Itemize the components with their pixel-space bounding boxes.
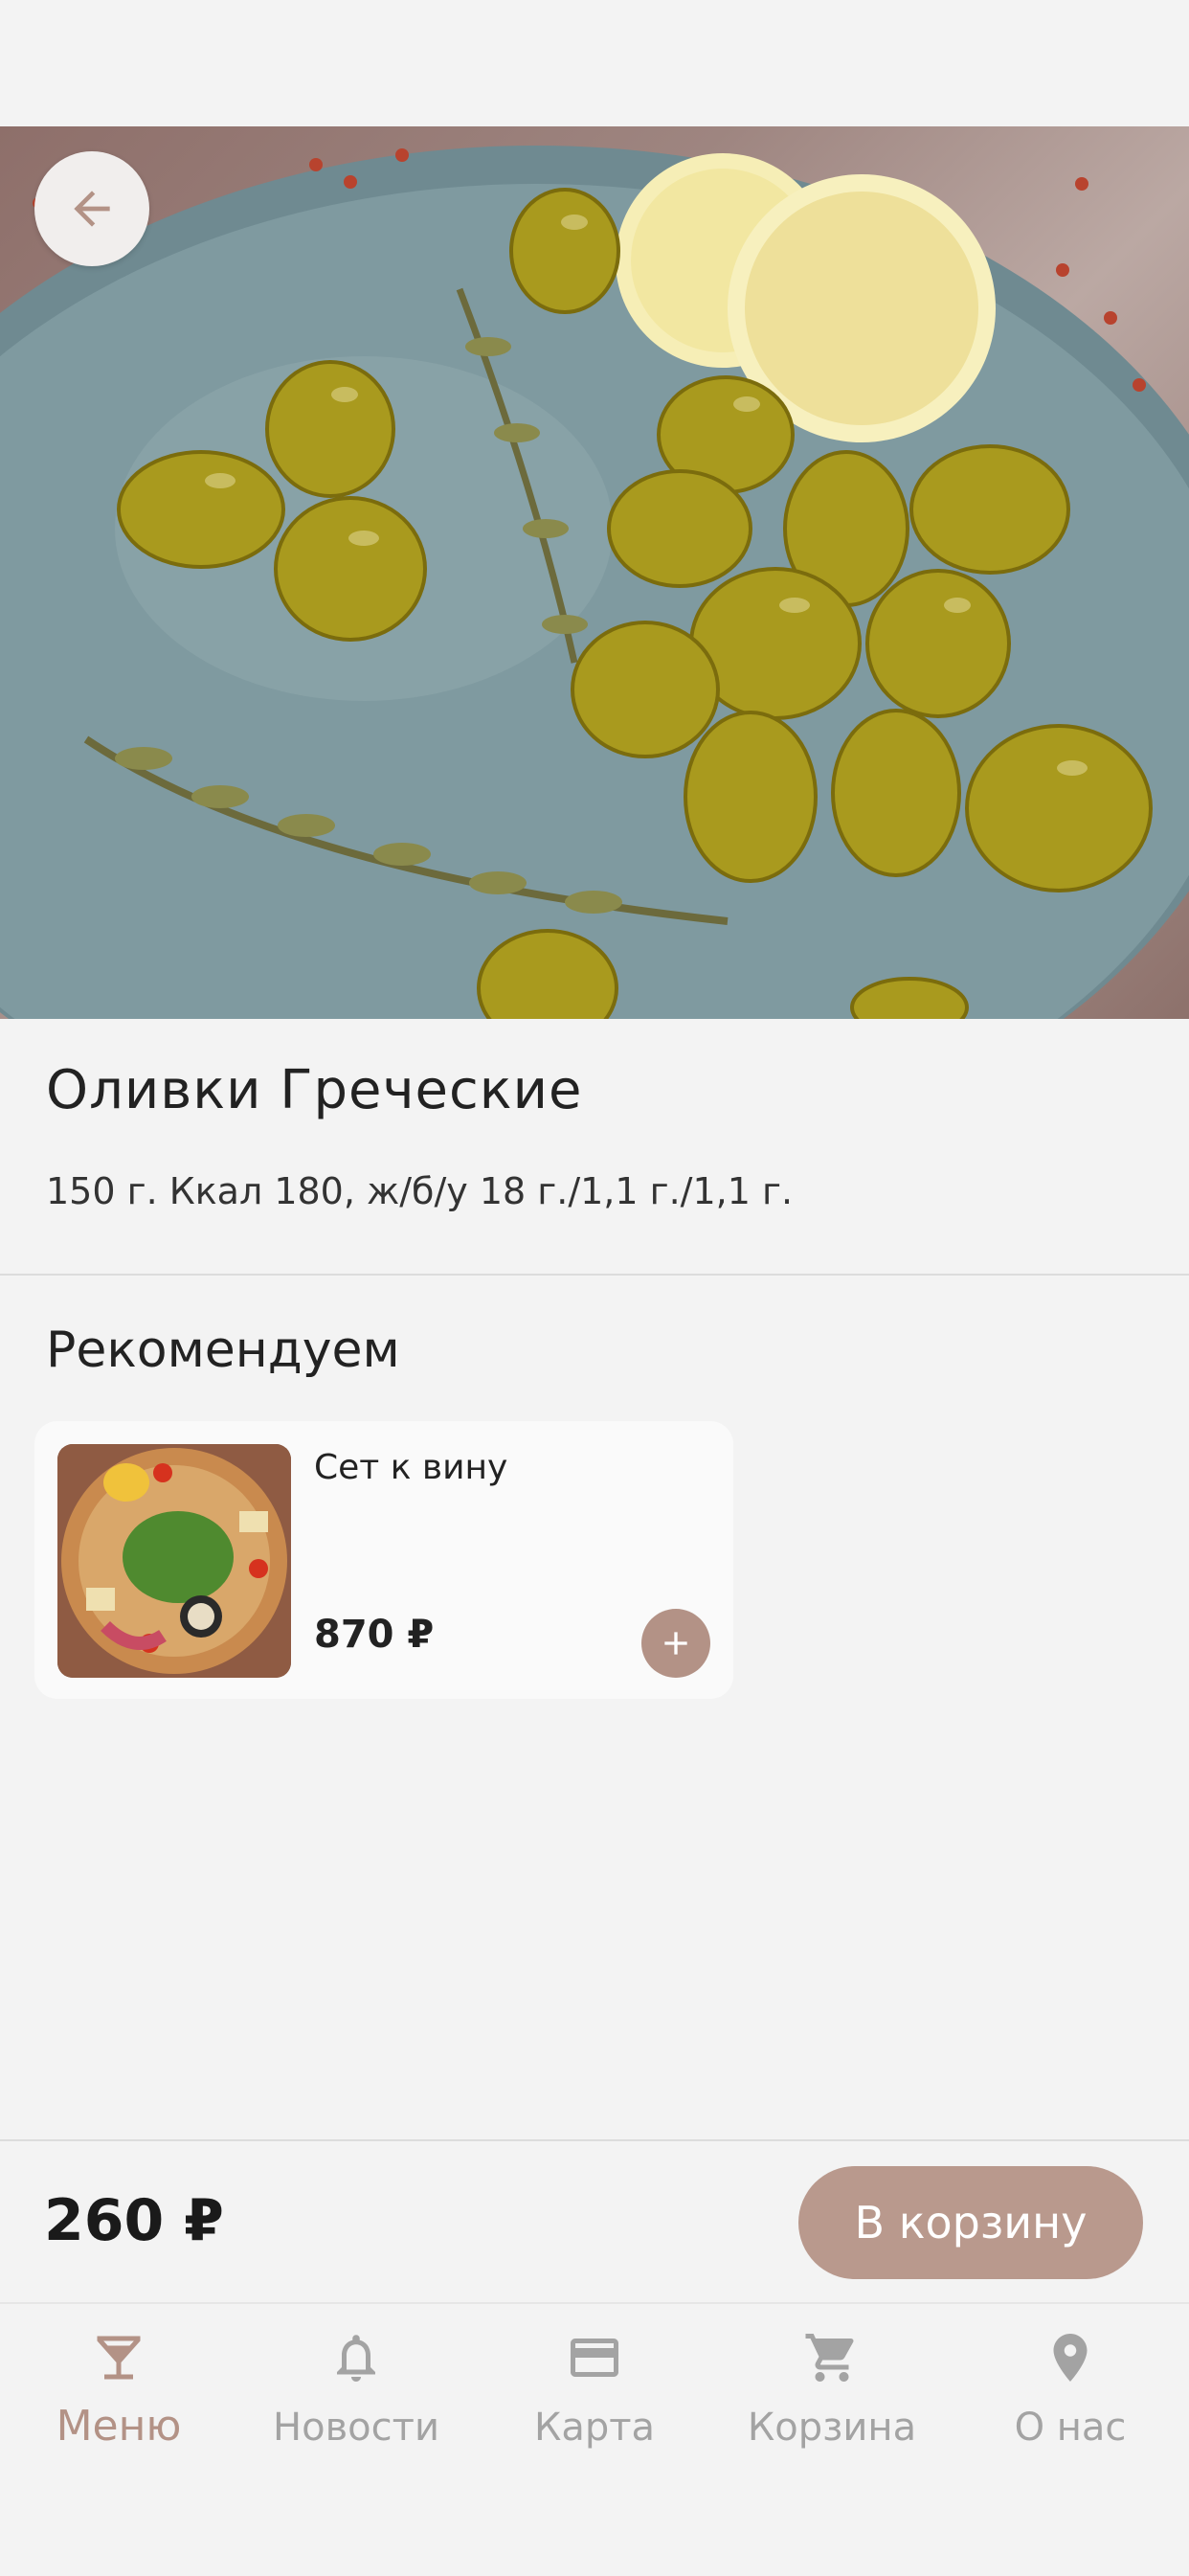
recommendations-heading: Рекомендуем [46, 1322, 400, 1379]
recommendation-image [57, 1444, 291, 1678]
recommendation-price: 870 ₽ [314, 1613, 435, 1657]
recommendation-name: Сет к вину [314, 1448, 508, 1487]
location-pin-icon [1040, 2327, 1101, 2388]
tab-label: Карта [533, 2406, 656, 2450]
bell-icon [325, 2327, 387, 2388]
tab-label: О нас [1014, 2406, 1127, 2450]
divider [0, 1274, 1189, 1276]
product-price: 260 ₽ [44, 2187, 224, 2254]
plus-icon [664, 1632, 687, 1655]
divider [0, 2139, 1189, 2141]
tab-label: Корзина [747, 2406, 917, 2450]
tab-about[interactable]: О нас [952, 2327, 1189, 2471]
add-to-cart-button[interactable]: В корзину [798, 2166, 1143, 2279]
product-photo [0, 126, 1189, 1019]
product-title: Оливки Греческие [46, 1059, 583, 1121]
tab-news[interactable]: Новости [237, 2327, 475, 2471]
back-button[interactable] [34, 151, 149, 266]
tab-label: Меню [56, 2402, 182, 2451]
cocktail-glass-icon [88, 2327, 149, 2388]
add-recommendation-button[interactable] [641, 1609, 710, 1678]
recommendation-card[interactable]: Сет к вину 870 ₽ [34, 1421, 733, 1699]
tab-menu[interactable]: Меню [0, 2327, 237, 2471]
tab-label: Новости [273, 2406, 439, 2450]
bottom-tab-bar: Меню Новости Карта Корзина О нас [0, 2302, 1189, 2576]
cart-icon [801, 2327, 863, 2388]
product-details: 150 г. Ккал 180, ж/б/у 18 г./1,1 г./1,1 … [46, 1170, 794, 1212]
credit-card-icon [564, 2327, 625, 2388]
tab-card[interactable]: Карта [476, 2327, 713, 2471]
tab-cart[interactable]: Корзина [713, 2327, 951, 2471]
arrow-left-icon [74, 191, 110, 227]
status-bar [0, 0, 1189, 126]
